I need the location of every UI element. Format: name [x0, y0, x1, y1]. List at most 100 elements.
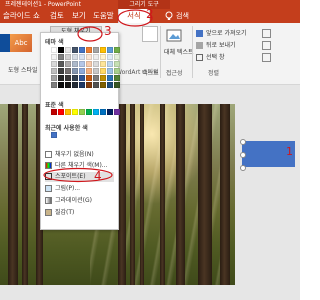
color-swatch[interactable] [79, 68, 85, 74]
color-swatch[interactable] [86, 47, 92, 53]
color-swatch[interactable] [58, 109, 64, 115]
color-swatch[interactable] [79, 54, 85, 60]
color-swatch[interactable] [65, 54, 71, 60]
color-swatch[interactable] [79, 109, 85, 115]
selected-rectangle-shape[interactable]: 1 [242, 141, 295, 167]
color-swatch[interactable] [100, 61, 106, 67]
color-swatch[interactable] [86, 54, 92, 60]
color-swatch[interactable] [114, 109, 120, 115]
color-swatch[interactable] [65, 68, 71, 74]
color-swatch[interactable] [107, 54, 113, 60]
group-icon[interactable] [262, 41, 271, 50]
resize-handle[interactable] [240, 152, 246, 158]
color-swatch[interactable] [114, 61, 120, 67]
color-swatch[interactable] [65, 47, 71, 53]
color-swatch[interactable] [93, 68, 99, 74]
color-swatch[interactable] [72, 61, 78, 67]
color-swatch[interactable] [93, 109, 99, 115]
color-swatch[interactable] [107, 82, 113, 88]
texture-menu-item[interactable]: 질감(T) [45, 208, 114, 218]
color-swatch[interactable] [86, 61, 92, 67]
color-swatch[interactable] [58, 68, 64, 74]
color-swatch[interactable] [58, 61, 64, 67]
color-swatch[interactable] [51, 82, 57, 88]
gradient-menu-item[interactable]: 그라데이션(G) [45, 196, 114, 206]
color-swatch[interactable] [100, 47, 106, 53]
color-swatch[interactable] [51, 54, 57, 60]
tree-trunk [140, 104, 144, 285]
color-swatch[interactable] [79, 82, 85, 88]
color-swatch[interactable] [65, 82, 71, 88]
shape-style-swatch-dark[interactable] [0, 34, 10, 52]
color-swatch[interactable] [51, 132, 57, 138]
tab-help[interactable]: 도움말 [93, 9, 114, 23]
color-swatch[interactable] [107, 109, 113, 115]
color-swatch[interactable] [65, 61, 71, 67]
picture-menu-item[interactable]: 그림(P)... [45, 184, 114, 194]
color-swatch[interactable] [51, 75, 57, 81]
color-swatch[interactable] [93, 47, 99, 53]
resize-handle[interactable] [240, 139, 246, 145]
color-swatch[interactable] [65, 109, 71, 115]
annotation-4: 4 [94, 169, 102, 183]
send-backward-button[interactable]: 뒤로 보내기 [206, 40, 236, 49]
resize-handle[interactable] [240, 165, 246, 171]
color-swatch[interactable] [72, 54, 78, 60]
color-swatch[interactable] [114, 68, 120, 74]
search-box[interactable]: 검색 [164, 9, 204, 23]
tab-view[interactable]: 보기 [72, 9, 86, 23]
color-swatch[interactable] [107, 75, 113, 81]
color-swatch[interactable] [100, 68, 106, 74]
color-swatch[interactable] [114, 82, 120, 88]
color-swatch[interactable] [100, 109, 106, 115]
color-swatch[interactable] [58, 54, 64, 60]
color-swatch[interactable] [58, 47, 64, 53]
color-swatch[interactable] [86, 68, 92, 74]
color-swatch[interactable] [86, 82, 92, 88]
color-swatch[interactable] [51, 109, 57, 115]
alt-text-label[interactable]: 대체 텍스트 [164, 47, 194, 56]
color-swatch[interactable] [72, 75, 78, 81]
color-swatch[interactable] [100, 82, 106, 88]
color-swatch[interactable] [72, 109, 78, 115]
selection-pane-button[interactable]: 선택 창 [206, 52, 224, 61]
color-swatch[interactable] [93, 75, 99, 81]
color-swatch[interactable] [93, 61, 99, 67]
color-swatch[interactable] [114, 75, 120, 81]
bring-forward-button[interactable]: 앞으로 가져오기 [206, 28, 247, 37]
texture-icon [45, 209, 52, 216]
color-swatch[interactable] [86, 109, 92, 115]
color-swatch[interactable] [93, 54, 99, 60]
color-swatch[interactable] [93, 82, 99, 88]
color-swatch[interactable] [79, 61, 85, 67]
color-swatch[interactable] [72, 68, 78, 74]
standard-color-row [51, 109, 120, 115]
shape-style-swatch-orange[interactable]: Abc [10, 34, 32, 52]
no-fill-menu-item[interactable]: 채우기 없음(N) [45, 150, 114, 160]
color-swatch[interactable] [114, 47, 120, 53]
color-swatch[interactable] [51, 61, 57, 67]
align-icon[interactable] [262, 29, 271, 38]
tree-trunk [22, 104, 28, 285]
color-swatch[interactable] [107, 47, 113, 53]
color-swatch[interactable] [107, 68, 113, 74]
color-swatch[interactable] [107, 61, 113, 67]
alt-text-icon[interactable] [166, 28, 182, 44]
selection-pane-icon [196, 54, 203, 61]
color-swatch[interactable] [79, 75, 85, 81]
color-swatch[interactable] [58, 75, 64, 81]
rotate-icon[interactable] [262, 53, 271, 62]
color-swatch[interactable] [86, 75, 92, 81]
color-swatch[interactable] [114, 54, 120, 60]
color-swatch[interactable] [58, 82, 64, 88]
color-swatch[interactable] [72, 47, 78, 53]
color-swatch[interactable] [100, 75, 106, 81]
color-swatch[interactable] [100, 54, 106, 60]
color-swatch[interactable] [51, 68, 57, 74]
color-swatch[interactable] [72, 82, 78, 88]
tab-slideshow[interactable]: 슬라이드 쇼 [3, 9, 40, 23]
color-swatch[interactable] [65, 75, 71, 81]
color-swatch[interactable] [51, 47, 57, 53]
color-swatch[interactable] [79, 47, 85, 53]
tab-review[interactable]: 검토 [50, 9, 64, 23]
